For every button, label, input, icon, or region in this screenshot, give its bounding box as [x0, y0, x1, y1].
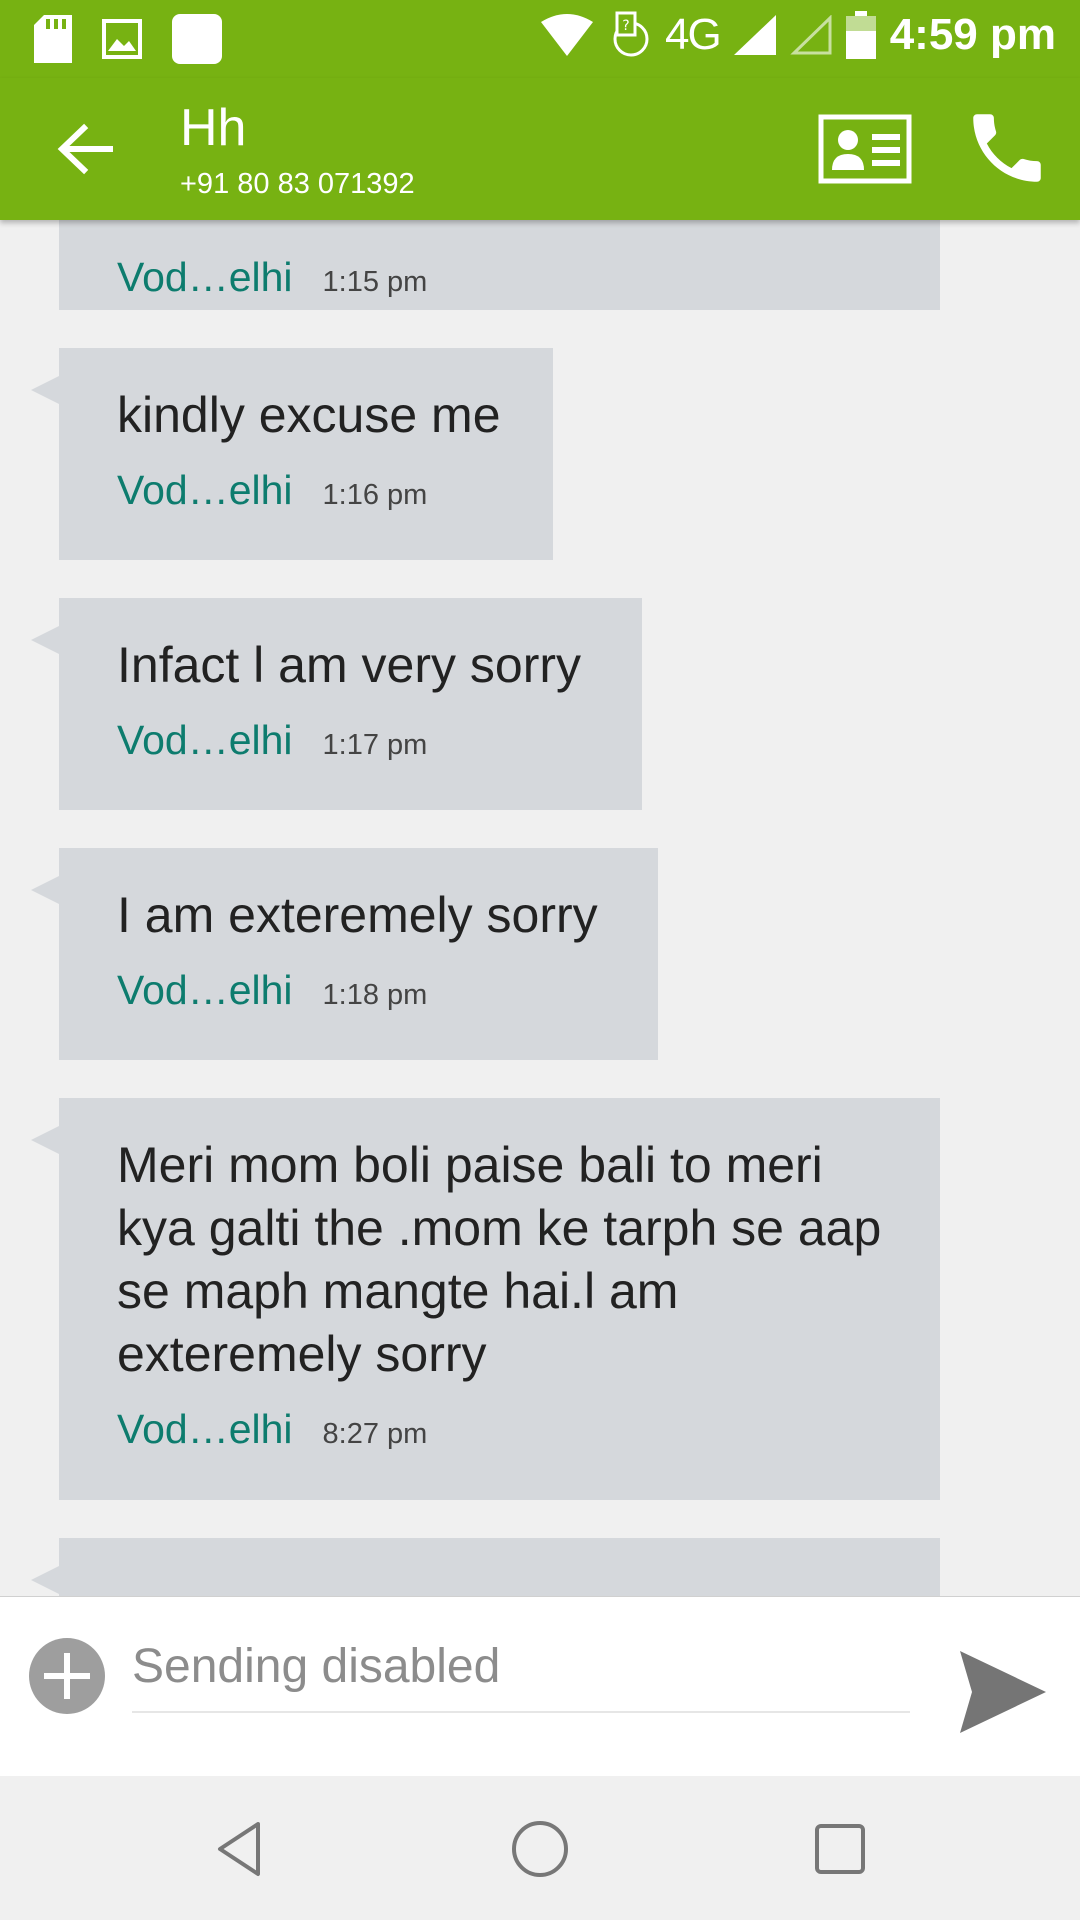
- message-time: 1:15 pm: [322, 266, 428, 298]
- contact-number: +91 80 83 071392: [180, 168, 415, 200]
- network-type: 4G: [665, 10, 722, 59]
- message-meta: Vod…elhi 1:17 pm: [117, 717, 614, 764]
- message-bubble[interactable]: I am exteremely sorry Vod…elhi 1:18 pm: [31, 848, 658, 1060]
- svg-text:?: ?: [622, 18, 629, 34]
- signal-empty-icon: [790, 15, 832, 55]
- conversation-header: Hh +91 80 83 071392: [0, 78, 1080, 220]
- message-text: Meri mom boli paise bali to meri kya gal…: [117, 1137, 882, 1382]
- message-time: 1:16 pm: [322, 479, 428, 511]
- back-arrow-icon[interactable]: [50, 114, 120, 184]
- message-bubble[interactable]: Infact l am very sorry Vod…elhi 1:17 pm: [31, 598, 642, 810]
- message-bubble-partial[interactable]: [31, 1538, 940, 1596]
- message-text: I am exteremely sorry: [117, 887, 598, 943]
- app-notification-icon: [172, 14, 222, 64]
- message-meta: Vod…elhi 8:27 pm: [117, 1406, 912, 1453]
- system-nav-bar: [0, 1776, 1080, 1920]
- wifi-icon: [541, 14, 593, 56]
- message-time: 1:17 pm: [322, 729, 428, 761]
- message-list[interactable]: Vod…elhi 1:15 pm kindly excuse me Vod…el…: [0, 220, 1080, 1596]
- contact-card-icon[interactable]: [818, 114, 912, 184]
- image-icon: [102, 19, 142, 59]
- message-input[interactable]: [132, 1621, 910, 1713]
- battery-icon: [845, 11, 876, 59]
- message-sim-label: Vod…elhi: [117, 1406, 293, 1452]
- clock: 4:59 pm: [889, 10, 1056, 59]
- message-bubble[interactable]: kindly excuse me Vod…elhi 1:16 pm: [31, 348, 553, 560]
- message-text: Infact l am very sorry: [117, 637, 581, 693]
- add-attachment-icon[interactable]: [28, 1637, 106, 1715]
- contact-name: Hh: [180, 99, 247, 157]
- message-sim-label: Vod…elhi: [117, 717, 293, 763]
- message-sim-label: Vod…elhi: [117, 967, 293, 1013]
- phone-icon[interactable]: [962, 102, 1052, 194]
- signal-icon: [733, 15, 776, 55]
- message-meta: Vod…elhi 1:18 pm: [117, 967, 630, 1014]
- home-nav-icon[interactable]: [505, 1814, 575, 1884]
- message-sim-label: Vod…elhi: [117, 254, 293, 300]
- message-bubble[interactable]: Vod…elhi 1:15 pm: [59, 220, 940, 310]
- message-time: 8:27 pm: [322, 1418, 428, 1450]
- recents-nav-icon[interactable]: [805, 1814, 875, 1884]
- message-meta: Vod…elhi 1:15 pm: [117, 254, 912, 301]
- message-bubble[interactable]: Meri mom boli paise bali to meri kya gal…: [31, 1098, 940, 1500]
- back-nav-icon[interactable]: [206, 1814, 276, 1884]
- send-icon[interactable]: [958, 1649, 1048, 1735]
- message-text: kindly excuse me: [117, 387, 501, 443]
- data-transfer-icon: ?: [613, 11, 649, 57]
- message-time: 1:18 pm: [322, 979, 428, 1011]
- message-meta: Vod…elhi 1:16 pm: [117, 467, 525, 514]
- message-sim-label: Vod…elhi: [117, 467, 293, 513]
- compose-bar: [0, 1596, 1080, 1777]
- status-bar: ? 4G 4:59 pm: [0, 0, 1080, 78]
- sd-card-icon: [34, 15, 72, 63]
